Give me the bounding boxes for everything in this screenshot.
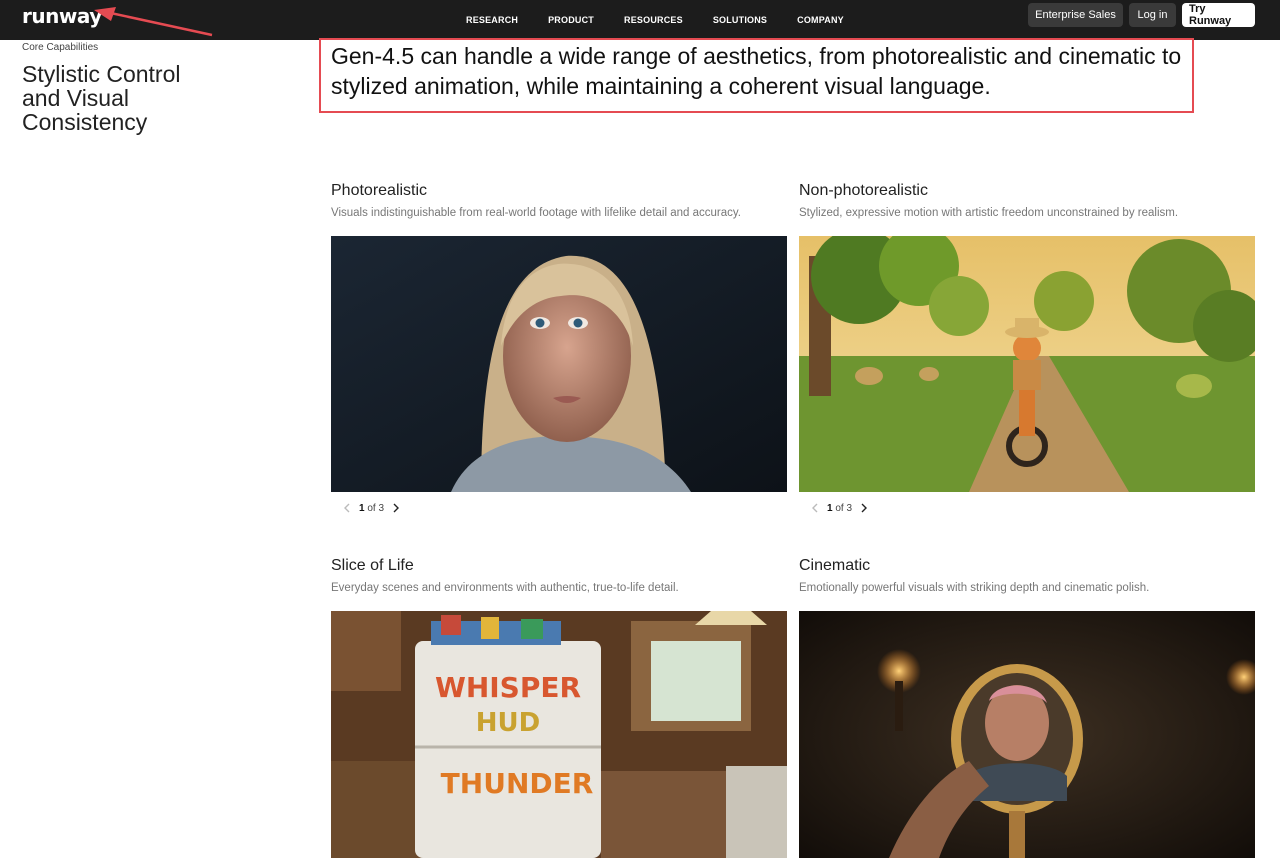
chevron-left-icon[interactable] — [807, 500, 823, 516]
woman-portrait-image — [331, 236, 787, 492]
enterprise-sales-button[interactable]: Enterprise Sales — [1028, 3, 1123, 27]
card-non-photorealistic: Non-photorealistic Stylized, expressive … — [799, 182, 1255, 522]
pager-count: 1 of 3 — [359, 502, 385, 514]
chevron-right-icon[interactable] — [388, 500, 404, 516]
video-non-photorealistic[interactable] — [799, 236, 1255, 492]
main-nav: RESEARCH PRODUCT RESOURCES SOLUTIONS COM… — [466, 0, 844, 40]
carousel-pager: 1 of 3 — [339, 500, 404, 516]
chevron-left-icon[interactable] — [339, 500, 355, 516]
section-headline: Gen-4.5 can handle a wide range of aesth… — [331, 43, 1182, 99]
card-cinematic: Cinematic Emotionally powerful visuals w… — [799, 557, 1255, 858]
kitchen-fridge-image: WHISPER HUD THUNDER — [331, 611, 787, 858]
card-description: Visuals indistinguishable from real-worl… — [331, 207, 741, 219]
pager-count: 1 of 3 — [827, 502, 853, 514]
login-button[interactable]: Log in — [1129, 3, 1176, 27]
nav-resources[interactable]: RESOURCES — [624, 15, 683, 25]
card-photorealistic: Photorealistic Visuals indistinguishable… — [331, 182, 787, 522]
arrow-annotation-icon — [94, 7, 213, 37]
nav-solutions[interactable]: SOLUTIONS — [713, 15, 767, 25]
magnet-word-2: HUD — [476, 708, 540, 738]
section-eyebrow: Core Capabilities — [22, 42, 99, 53]
runway-logo[interactable]: runway — [22, 4, 102, 28]
mirror-old-man-image — [799, 611, 1255, 858]
nav-research[interactable]: RESEARCH — [466, 15, 518, 25]
nav-product[interactable]: PRODUCT — [548, 15, 594, 25]
nav-company[interactable]: COMPANY — [797, 15, 844, 25]
card-title: Non-photorealistic — [799, 182, 928, 199]
card-description: Stylized, expressive motion with artisti… — [799, 207, 1179, 219]
card-description: Emotionally powerful visuals with striki… — [799, 582, 1150, 594]
top-navbar: runway RESEARCH PRODUCT RESOURCES SOLUTI… — [0, 0, 1280, 40]
try-runway-button[interactable]: Try Runway — [1182, 3, 1255, 27]
magnet-word-1: WHISPER — [435, 671, 581, 704]
chevron-right-icon[interactable] — [856, 500, 872, 516]
carousel-pager: 1 of 3 — [807, 500, 872, 516]
card-description: Everyday scenes and environments with au… — [331, 582, 679, 594]
card-title: Cinematic — [799, 557, 871, 574]
video-photorealistic[interactable] — [331, 236, 787, 492]
magnet-word-3: THUNDER — [441, 767, 594, 800]
video-cinematic[interactable] — [799, 611, 1255, 858]
card-slice-of-life: Slice of Life Everyday scenes and enviro… — [331, 557, 787, 858]
section-title: Stylistic Control and Visual Consistency — [22, 61, 181, 135]
fox-motorbike-image — [799, 236, 1255, 492]
video-slice-of-life[interactable]: WHISPER HUD THUNDER — [331, 611, 787, 858]
card-title: Photorealistic — [331, 182, 428, 199]
card-title: Slice of Life — [331, 557, 414, 574]
